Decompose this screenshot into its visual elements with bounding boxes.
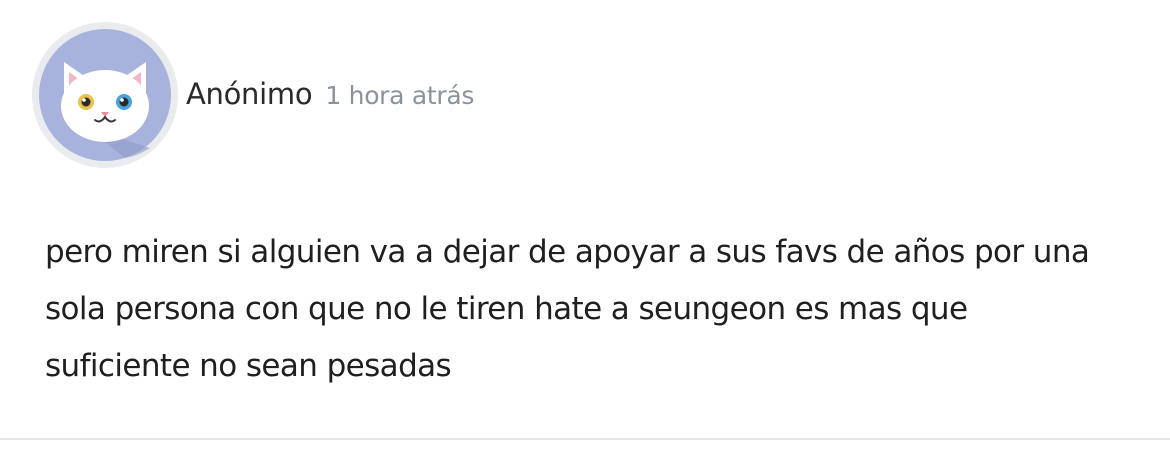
comment-line: pero miren si alguien va a dejar de apoy… bbox=[45, 234, 1090, 270]
comment-header: Anónimo 1 hora atrás bbox=[186, 72, 474, 121]
comment-line: suficiente no sean pesadas bbox=[45, 348, 452, 384]
cat-avatar-icon[interactable] bbox=[30, 20, 180, 170]
comment-card: Anónimo 1 hora atrás pero miren si algui… bbox=[0, 0, 1170, 455]
comment-line: sola persona con que no le tiren hate a … bbox=[45, 291, 968, 327]
comment-text: pero miren si alguien va a dejar de apoy… bbox=[45, 224, 1145, 395]
timestamp: 1 hora atrás bbox=[325, 81, 475, 110]
author-name[interactable]: Anónimo bbox=[186, 77, 313, 111]
divider bbox=[0, 438, 1170, 440]
